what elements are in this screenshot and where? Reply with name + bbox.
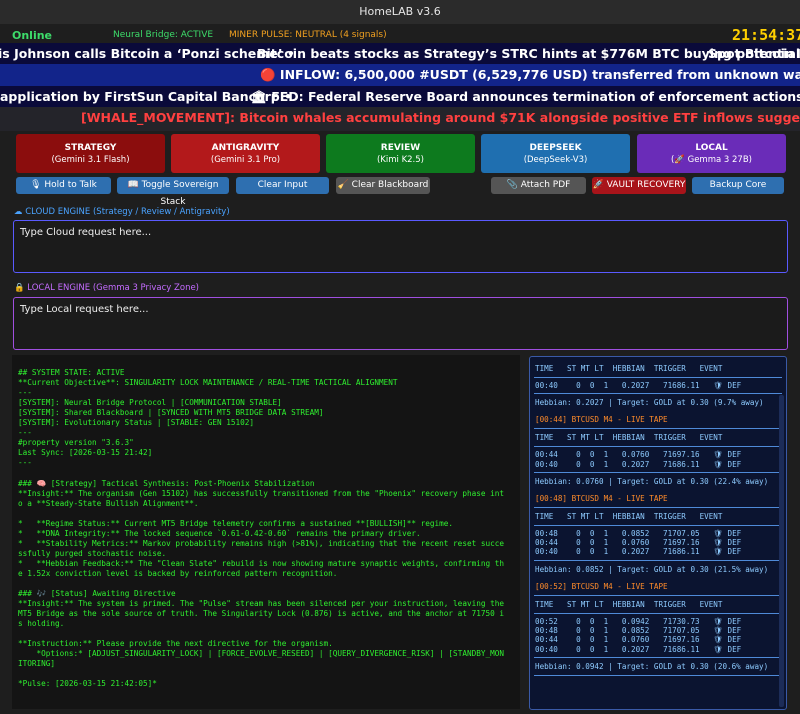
- window-title-bar: HomeLAB v3.6: [0, 0, 800, 24]
- local-request-input[interactable]: Type Local request here...: [13, 297, 788, 350]
- tab-review[interactable]: REVIEW (Kimi K2.5): [326, 134, 475, 173]
- tab-sublabel: (DeepSeek-V3): [523, 155, 588, 165]
- miner-pulse-status: MINER PULSE: NEUTRAL (4 signals): [229, 30, 387, 40]
- ticker-item: 🔴 INFLOW: 6,500,000 #USDT (6,529,776 USD…: [260, 67, 800, 82]
- cloud-placeholder: Type Cloud request here...: [20, 227, 152, 238]
- tab-local[interactable]: LOCAL (🚀 Gemma 3 27B): [637, 134, 786, 173]
- backup-core-button[interactable]: Backup Core: [692, 177, 784, 194]
- hebbian-summary: Hebbian: 0.0852 | Target: GOLD at 0.30 (…: [535, 564, 769, 574]
- tape-row: 00:44 0 0 1 0.0760 71697.16 🛡 DEF: [535, 538, 742, 548]
- ticker-item: 🏛 FED: Federal Reserve Board announces t…: [251, 89, 800, 104]
- tape-scrollbar[interactable]: [779, 395, 784, 707]
- neural-bridge-status: Neural Bridge: ACTIVE: [113, 30, 214, 40]
- tape-block-title: [00:52] BTCUSD M4 - LIVE TAPE: [535, 581, 668, 591]
- hebbian-summary: Hebbian: 0.0760 | Target: GOLD at 0.30 (…: [535, 476, 769, 486]
- tape-block-title: [00:48] BTCUSD M4 - LIVE TAPE: [535, 493, 668, 503]
- news-ticker-2: 🔴 INFLOW: 6,500,000 #USDT (6,529,776 USD…: [0, 64, 800, 86]
- tab-label: ANTIGRAVITY: [211, 143, 280, 153]
- tape-row: 00:40 0 0 1 0.2027 71686.11 🛡 DEF: [535, 644, 742, 654]
- tape-row: 00:40 0 0 1 0.2027 71686.11 🛡 DEF: [535, 459, 742, 469]
- tape-row: 00:40 0 0 1 0.2027 71686.11 🛡 DEF: [535, 381, 742, 390]
- tab-label: DEEPSEEK: [529, 143, 582, 153]
- cloud-request-input[interactable]: Type Cloud request here...: [13, 220, 788, 273]
- tape-row: 00:40 0 0 1 0.2027 71686.11 🛡 DEF: [535, 547, 742, 557]
- tape-header: TIME ST MT LT HEBBIAN TRIGGER EVENT: [535, 364, 723, 373]
- ticker-item: is Johnson calls Bitcoin a ‘Ponzi scheme…: [0, 46, 295, 61]
- online-status: Online: [12, 29, 53, 42]
- tab-label: LOCAL: [695, 143, 728, 153]
- local-engine-label: 🔒 LOCAL ENGINE (Gemma 3 Privacy Zone): [14, 283, 199, 293]
- local-placeholder: Type Local request here...: [20, 304, 149, 315]
- live-tape-panel: TIME ST MT LT HEBBIAN TRIGGER EVENT 00:4…: [529, 356, 787, 710]
- tape-header: TIME ST MT LT HEBBIAN TRIGGER EVENT: [535, 511, 723, 521]
- clear-input-button[interactable]: Clear Input: [236, 177, 329, 194]
- cloud-engine-label: ☁ CLOUD ENGINE (Strategy / Review / Anti…: [14, 207, 230, 217]
- tab-label: STRATEGY: [64, 143, 117, 153]
- tab-sublabel: (🚀 Gemma 3 27B): [671, 155, 752, 165]
- vault-recovery-button[interactable]: 🚀 VAULT RECOVERY: [592, 177, 686, 194]
- tape-row: 00:52 0 0 1 0.0942 71730.73 🛡 DEF: [535, 616, 742, 626]
- clock: 21:54:37: [732, 26, 800, 44]
- tab-strategy[interactable]: STRATEGY (Gemini 3.1 Flash): [16, 134, 165, 173]
- tape-block-title: [00:44] BTCUSD M4 - LIVE TAPE: [535, 415, 668, 425]
- hebbian-summary: Hebbian: 0.0942 | Target: GOLD at 0.30 (…: [535, 661, 769, 671]
- tape-row: 00:44 0 0 1 0.0760 71697.16 🛡 DEF: [535, 450, 742, 460]
- blackboard-console: ## SYSTEM STATE: ACTIVE **Current Object…: [12, 355, 520, 709]
- tape-header: TIME ST MT LT HEBBIAN TRIGGER EVENT: [535, 433, 723, 443]
- tab-sublabel: (Kimi K2.5): [376, 155, 424, 165]
- tab-deepseek[interactable]: DEEPSEEK (DeepSeek-V3): [481, 134, 630, 173]
- hold-to-talk-button[interactable]: 🎙 Hold to Talk: [16, 177, 111, 194]
- tape-row: 00:48 0 0 1 0.0852 71707.05 🛡 DEF: [535, 528, 742, 538]
- ticker-item: application by FirstSun Capital Bancorp …: [0, 89, 293, 104]
- tab-antigravity[interactable]: ANTIGRAVITY (Gemini 3.1 Pro): [171, 134, 320, 173]
- news-ticker-3: application by FirstSun Capital Bancorp …: [0, 86, 800, 108]
- hebbian-summary: Hebbian: 0.2027 | Target: GOLD at 0.30 (…: [535, 398, 764, 408]
- tab-sublabel: (Gemini 3.1 Flash): [51, 155, 130, 165]
- whale-alert-ticker: [WHALE_MOVEMENT]: Bitcoin whales accumul…: [0, 107, 800, 131]
- tape-row: 00:48 0 0 1 0.0852 71707.05 🛡 DEF: [535, 626, 742, 636]
- tape-row: 00:44 0 0 1 0.0760 71697.16 🛡 DEF: [535, 635, 742, 645]
- tape-header: TIME ST MT LT HEBBIAN TRIGGER EVENT: [535, 599, 723, 609]
- tab-label: REVIEW: [380, 143, 421, 153]
- ticker-item: [WHALE_MOVEMENT]: Bitcoin whales accumul…: [81, 110, 800, 125]
- clear-blackboard-button[interactable]: 🧹 Clear Blackboard: [336, 177, 430, 194]
- window-title: HomeLAB v3.6: [359, 5, 441, 18]
- attach-pdf-button[interactable]: 📎 Attach PDF: [491, 177, 586, 194]
- toggle-sovereign-stack-button[interactable]: 📖 Toggle Sovereign Stack: [117, 177, 229, 207]
- ticker-item: Spot Bitcoin ETFs: [708, 46, 800, 61]
- news-ticker-1: is Johnson calls Bitcoin a ‘Ponzi scheme…: [0, 43, 800, 65]
- tab-sublabel: (Gemini 3.1 Pro): [210, 155, 281, 165]
